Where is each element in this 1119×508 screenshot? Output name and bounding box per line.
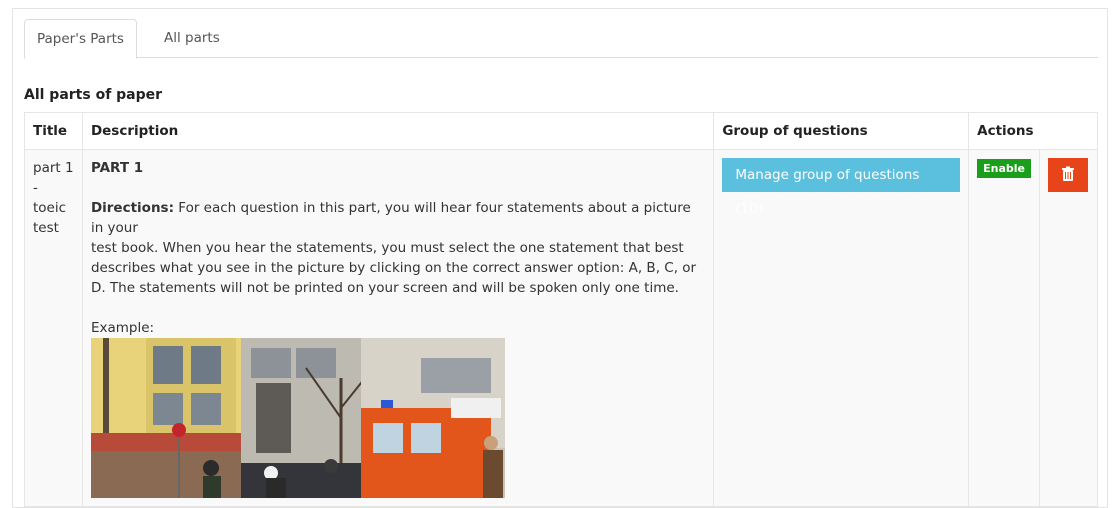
paper-parts-panel: Paper's Parts All parts All parts of pap… (12, 8, 1108, 508)
tab-papers-parts[interactable]: Paper's Parts (24, 19, 137, 59)
delete-button[interactable] (1048, 158, 1088, 192)
section-title: All parts of paper (24, 87, 163, 103)
parts-table: Title Description Group of questions Act… (24, 112, 1098, 507)
header-description: Description (81, 112, 715, 150)
manage-group-of-questions-button[interactable]: Manage group of questions (10) (722, 158, 961, 217)
part-title: part 1 - toeic test (33, 160, 74, 236)
header-group-of-questions: Group of questions (713, 112, 970, 150)
status-cell: Enable (968, 149, 1040, 507)
table-header-row: Title Description Group of questions Act… (24, 112, 1098, 150)
part-description-cell: PART 1 Directions: For each question in … (81, 149, 715, 507)
example-label: Example: (90, 320, 155, 336)
tab-bar: Paper's Parts All parts (24, 19, 1098, 59)
delete-cell (1039, 149, 1098, 507)
header-title: Title (24, 112, 83, 150)
example-photo (90, 338, 505, 498)
table-row: part 1 - toeic test PART 1 Directions: F… (24, 149, 1098, 507)
enable-status-badge[interactable]: Enable (977, 159, 1031, 178)
directions-text-2: test book. When you hear the statements,… (90, 240, 697, 296)
directions-paragraph: Directions: For each question in this pa… (91, 198, 705, 298)
directions-text-1: For each question in this part, you will… (90, 200, 691, 236)
directions-label: Directions: (90, 200, 174, 216)
header-actions: Actions (968, 112, 1098, 150)
group-cell: Manage group of questions (10) (713, 149, 970, 507)
part-title-cell: part 1 - toeic test (24, 149, 83, 507)
tab-all-parts[interactable]: All parts (152, 19, 232, 58)
part-heading: PART 1 (90, 160, 144, 176)
trash-icon (1062, 166, 1074, 181)
